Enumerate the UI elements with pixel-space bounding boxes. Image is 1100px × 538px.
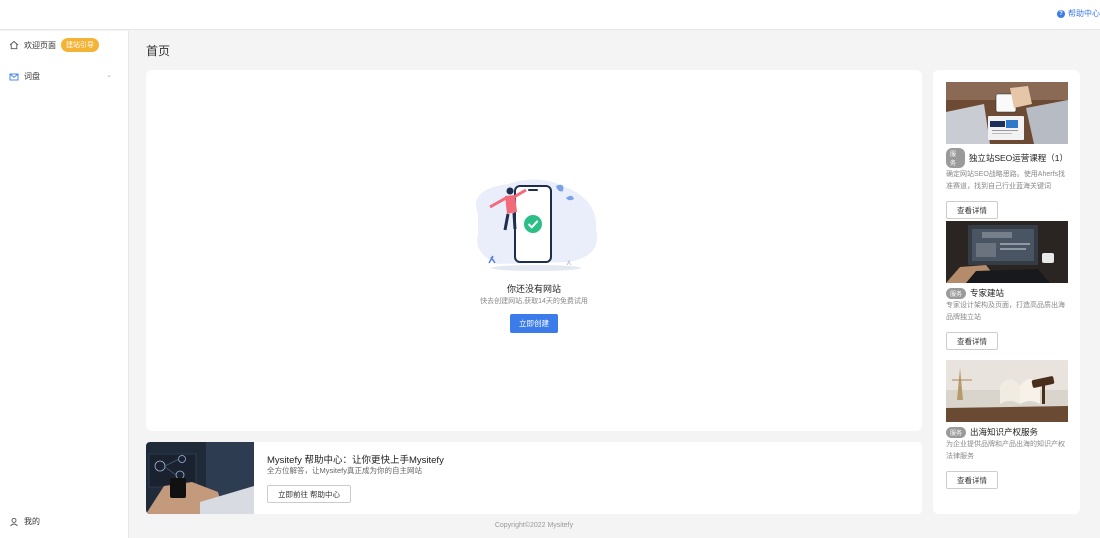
expert-build-image bbox=[946, 221, 1068, 283]
sidebar-item-welcome[interactable]: 欢迎页面 建站引导 bbox=[9, 38, 99, 52]
service-description: 专家设计架构及页面，打造高品质出海品牌独立站 bbox=[946, 302, 1065, 321]
create-now-button[interactable]: 立即创建 bbox=[510, 314, 558, 333]
sidebar: 欢迎页面 建站引导 词盘 ⌄ 我的 bbox=[0, 31, 129, 538]
guide-badge[interactable]: 建站引导 bbox=[61, 38, 99, 52]
help-banner-subtitle: 全方位解答，让Mysitefy真正成为你的自主网站 bbox=[267, 466, 423, 475]
seo-course-image bbox=[946, 82, 1068, 144]
page-title: 首页 bbox=[146, 44, 171, 58]
help-center-label: 帮助中心 bbox=[1068, 9, 1100, 18]
mail-icon bbox=[9, 73, 19, 80]
empty-website-illustration bbox=[476, 179, 598, 271]
service-description: 确定网站SEO战略思路。使用Aherfs找准赛道，找到自己行业蓝海关键词 bbox=[946, 171, 1066, 190]
service-tag: 服务 bbox=[946, 426, 967, 438]
sidebar-item-ciban[interactable]: 词盘 ⌄ bbox=[9, 71, 112, 82]
top-bar: ? 帮助中心 bbox=[0, 0, 1100, 30]
empty-state-panel: 你还没有网站 快去创建网站,获取14天的免费试用 立即创建 bbox=[146, 70, 922, 431]
service-card: 服务 独立站SEO运营课程（1） 确定网站SEO战略思路。使用Aherfs找准赛… bbox=[946, 82, 1068, 219]
sidebar-item-me[interactable]: 我的 bbox=[9, 516, 40, 527]
empty-state-title: 你还没有网站 bbox=[506, 284, 561, 294]
service-tag: 服务 bbox=[946, 287, 967, 299]
user-icon bbox=[10, 517, 18, 526]
sidebar-item-label: 词盘 bbox=[24, 72, 40, 81]
sidebar-item-label: 我的 bbox=[24, 517, 40, 526]
home-icon bbox=[9, 40, 19, 50]
help-banner-image bbox=[146, 442, 254, 514]
service-title: 专家建站 bbox=[970, 288, 1005, 298]
help-banner-title: Mysitefy 帮助中心：让你更快上手Mysitefy bbox=[267, 455, 444, 466]
go-help-center-button[interactable]: 立即前往 帮助中心 bbox=[267, 485, 351, 503]
service-card: 服务 专家建站 专家设计架构及页面，打造高品质出海品牌独立站 查看详情 bbox=[946, 221, 1068, 350]
ip-service-image bbox=[946, 360, 1068, 422]
empty-state-subtitle: 快去创建网站,获取14天的免费试用 bbox=[480, 298, 588, 305]
help-center-link[interactable]: ? 帮助中心 bbox=[1057, 8, 1100, 19]
chevron-down-icon[interactable]: ⌄ bbox=[106, 71, 112, 79]
help-circle-icon: ? bbox=[1057, 9, 1065, 18]
service-title: 独立站SEO运营课程（1） bbox=[968, 153, 1068, 163]
service-description: 为企业提供品牌和产品出海的知识产权法律服务 bbox=[946, 441, 1065, 460]
service-card: 服务 出海知识产权服务 为企业提供品牌和产品出海的知识产权法律服务 查看详情 bbox=[946, 360, 1068, 489]
view-details-button[interactable]: 查看详情 bbox=[946, 201, 998, 219]
view-details-button[interactable]: 查看详情 bbox=[946, 471, 998, 489]
service-tag: 服务 bbox=[946, 148, 965, 168]
help-center-banner: Mysitefy 帮助中心：让你更快上手Mysitefy 全方位解答，让Mysi… bbox=[146, 442, 922, 514]
view-details-button[interactable]: 查看详情 bbox=[946, 332, 998, 350]
services-panel: 服务 独立站SEO运营课程（1） 确定网站SEO战略思路。使用Aherfs找准赛… bbox=[933, 70, 1080, 514]
copyright-footer: Copyright©2022 Mysitefy bbox=[494, 522, 574, 529]
service-title: 出海知识产权服务 bbox=[970, 427, 1039, 437]
sidebar-item-label: 欢迎页面 bbox=[24, 40, 56, 50]
